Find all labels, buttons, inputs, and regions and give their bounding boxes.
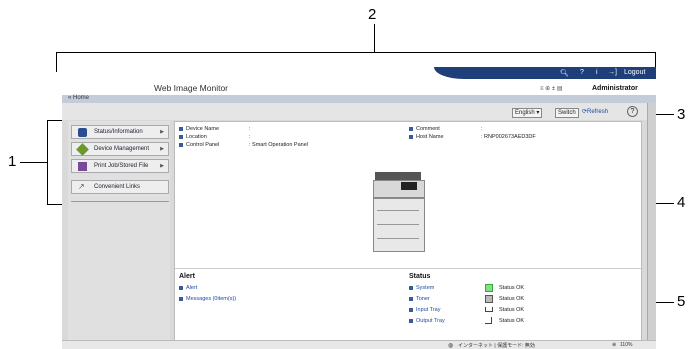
system-status-value: Status OK bbox=[499, 285, 525, 291]
arrow-right-icon: ▶ bbox=[160, 146, 164, 152]
logout-link[interactable]: Logout bbox=[624, 69, 645, 76]
switch-button[interactable]: Switch bbox=[555, 108, 579, 118]
host-name-value: : RNP002673AED3DF bbox=[481, 134, 536, 140]
callout-2-line bbox=[374, 24, 375, 52]
callout-2-bracket-left bbox=[56, 52, 57, 72]
system-status-icon bbox=[485, 284, 493, 292]
bullet-icon bbox=[409, 126, 413, 131]
sidebar-item-print-job[interactable]: Print Job/Stored File ▶ bbox=[71, 159, 169, 173]
host-name-row: Host Name bbox=[409, 134, 444, 140]
sidebar-item-device-management[interactable]: Device Management ▶ bbox=[71, 142, 169, 156]
sidebar-item-status-information[interactable]: Status/Information ▶ bbox=[71, 125, 169, 139]
sidebar-item-label: Device Management bbox=[94, 146, 150, 152]
bullet-icon bbox=[179, 285, 183, 290]
comment-row: Comment bbox=[409, 126, 440, 132]
callout-3: 3 bbox=[677, 106, 686, 123]
device-name-value: : bbox=[249, 126, 251, 132]
output-tray-status-value: Status OK bbox=[499, 318, 525, 324]
toner-status-value: Status OK bbox=[499, 296, 525, 302]
refresh-button[interactable]: ⟳Refresh bbox=[582, 108, 608, 115]
device-name-row: Device Name bbox=[179, 126, 219, 132]
callout-2-bracket-top bbox=[56, 52, 656, 53]
control-panel-value: : Smart Operation Panel bbox=[249, 142, 309, 148]
callout-1-line bbox=[20, 162, 48, 163]
control-panel-row: Control Panel bbox=[179, 142, 219, 148]
status-toner-link[interactable]: Toner bbox=[409, 296, 430, 302]
info-icon bbox=[78, 128, 87, 137]
comment-value: : bbox=[481, 126, 483, 132]
bullet-icon bbox=[179, 142, 183, 147]
sidebar-item-label: Convenient Links bbox=[94, 184, 141, 190]
breadcrumb-bar: « Home bbox=[62, 95, 656, 103]
callout-5: 5 bbox=[677, 293, 686, 310]
device-management-icon bbox=[76, 143, 89, 156]
link-icon: ↗ bbox=[78, 182, 85, 191]
main-content: Device Name : Location : Control Panel :… bbox=[174, 121, 642, 349]
bullet-icon bbox=[409, 318, 413, 323]
header-bar: 🔍︎ ? i →] Logout bbox=[434, 67, 656, 79]
zoom-level[interactable]: 110% bbox=[620, 342, 632, 348]
help-button[interactable]: ? bbox=[627, 106, 638, 117]
callout-4: 4 bbox=[677, 194, 686, 211]
browser-status-bar: ◍ インターネット | 保護モード: 無効 ⊕ 110% bbox=[62, 340, 656, 349]
sidebar-divider bbox=[71, 201, 169, 202]
callout-1: 1 bbox=[8, 153, 17, 170]
bullet-icon bbox=[409, 285, 413, 290]
bullet-icon bbox=[179, 126, 183, 131]
status-input-tray-link[interactable]: Input Tray bbox=[409, 307, 440, 313]
sidebar-item-convenient-links[interactable]: ↗ Convenient Links bbox=[71, 180, 169, 194]
callout-1-bracket bbox=[47, 120, 48, 204]
bullet-icon bbox=[179, 134, 183, 139]
vertical-scrollbar[interactable] bbox=[647, 103, 656, 349]
content-divider bbox=[175, 268, 641, 269]
alert-heading: Alert bbox=[179, 273, 195, 280]
zoom-icon: ⊕ bbox=[612, 342, 617, 348]
logout-icon[interactable]: →] bbox=[608, 69, 617, 76]
page-title: Web Image Monitor bbox=[154, 83, 229, 93]
location-row: Location bbox=[179, 134, 207, 140]
sidebar: Status/Information ▶ Device Management ▶… bbox=[68, 121, 170, 349]
breadcrumb-home[interactable]: « Home bbox=[68, 95, 89, 101]
language-select[interactable]: English ▾ bbox=[512, 108, 543, 118]
sidebar-item-label: Print Job/Stored File bbox=[94, 163, 149, 169]
status-system-link[interactable]: System bbox=[409, 285, 434, 291]
bullet-icon bbox=[409, 296, 413, 301]
bullet-icon bbox=[179, 296, 183, 301]
user-name: Administrator bbox=[592, 85, 638, 92]
callout-2: 2 bbox=[368, 6, 377, 23]
status-output-tray-link[interactable]: Output Tray bbox=[409, 318, 445, 324]
security-zone-text: インターネット | 保護モード: 無効 bbox=[458, 343, 535, 349]
toner-status-icon bbox=[485, 295, 493, 303]
arrow-right-icon: ▶ bbox=[160, 129, 164, 135]
alert-link[interactable]: Alert bbox=[179, 285, 197, 291]
printer-image bbox=[371, 172, 425, 252]
toolbar: English ▾ Switch ⟳Refresh ? bbox=[62, 103, 656, 120]
sidebar-item-label: Status/Information bbox=[94, 129, 143, 135]
arrow-right-icon: ▶ bbox=[160, 163, 164, 169]
location-value: : bbox=[249, 134, 251, 140]
globe-icon: ◍ bbox=[448, 343, 454, 349]
header-tool-icons: ≡ ⊕ ± ▤ bbox=[540, 86, 563, 92]
info-header-icon[interactable]: i bbox=[596, 69, 598, 76]
web-image-monitor-window: Web Image Monitor 🔍︎ ? i →] Logout ≡ ⊕ ±… bbox=[62, 67, 656, 349]
document-icon bbox=[78, 162, 87, 171]
search-icon[interactable]: 🔍︎ bbox=[560, 69, 569, 77]
bullet-icon bbox=[409, 134, 413, 139]
output-tray-status-icon bbox=[485, 317, 492, 324]
messages-link[interactable]: Messages (0item(s)) bbox=[179, 296, 236, 302]
header: Web Image Monitor 🔍︎ ? i →] Logout ≡ ⊕ ±… bbox=[62, 67, 656, 95]
help-icon[interactable]: ? bbox=[580, 69, 584, 76]
input-tray-status-icon bbox=[485, 307, 493, 312]
status-heading: Status bbox=[409, 273, 431, 280]
input-tray-status-value: Status OK bbox=[499, 307, 525, 313]
bullet-icon bbox=[409, 307, 413, 312]
